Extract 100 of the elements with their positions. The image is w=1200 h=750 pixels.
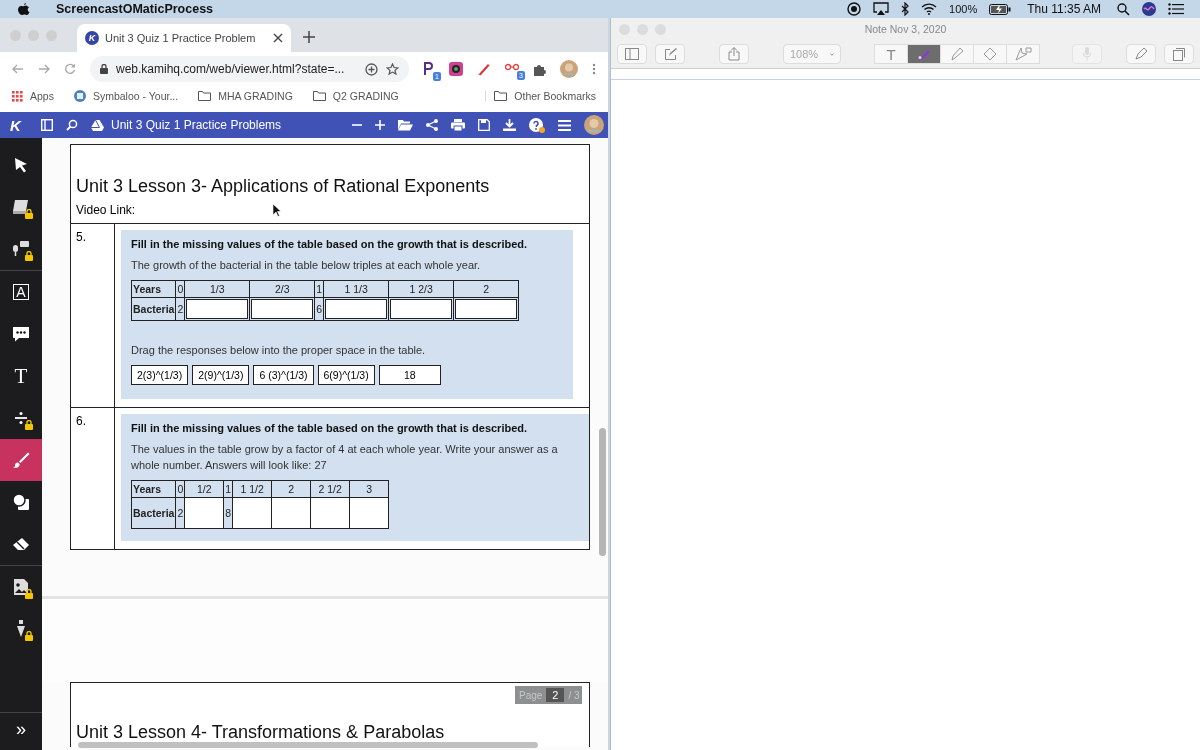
table-cell: 2	[175, 497, 185, 529]
video-link-label: Video Link:	[76, 203, 136, 217]
bookmark[interactable]: MHA GRADING	[198, 90, 293, 102]
avatar-icon[interactable]	[584, 115, 604, 135]
download-icon[interactable]	[503, 119, 516, 131]
answer-box[interactable]	[390, 299, 453, 319]
sidebar-icon	[625, 48, 639, 60]
table-cell: 1 1/3	[323, 280, 389, 298]
folder-icon[interactable]	[398, 119, 413, 131]
compose-button[interactable]	[655, 44, 685, 64]
more-icon[interactable]	[592, 63, 596, 75]
sidebar-button[interactable]	[617, 44, 647, 64]
lock-icon	[100, 64, 108, 74]
question-prompt: Fill in the missing values of the table based on the growth that is described.	[131, 238, 529, 250]
bluetooth-icon[interactable]	[901, 2, 910, 16]
bookmark[interactable]: Other Bookmarks	[485, 90, 596, 102]
brush-icon	[12, 451, 30, 469]
table-header-cell: Bacteria	[131, 297, 176, 321]
add-circle-icon[interactable]	[365, 62, 378, 76]
response-chip[interactable]: 18	[378, 365, 441, 385]
print-icon[interactable]	[451, 119, 465, 131]
answer-box[interactable]	[186, 299, 249, 319]
menu-icon[interactable]	[558, 119, 571, 131]
table-cell: 8	[223, 497, 233, 529]
vertical-scrollbar[interactable]	[599, 428, 606, 556]
response-chip[interactable]: 6(9)^(1/3)	[317, 365, 375, 385]
zoom-in-icon[interactable]	[375, 120, 385, 130]
response-chip[interactable]: 6 (3)^(1/3)	[253, 365, 314, 385]
answer-box[interactable]	[455, 299, 518, 319]
app-name[interactable]: ScreencastOMaticProcess	[56, 2, 214, 16]
search-icon[interactable]	[66, 119, 78, 131]
bookmark[interactable]: Symbaloo - Your...	[73, 90, 179, 102]
table-cell: 2	[453, 280, 519, 298]
horizontal-scrollbar[interactable]	[78, 742, 538, 748]
table-header-cell: Years	[131, 480, 176, 498]
star-icon[interactable]	[386, 62, 399, 76]
pages-button[interactable]	[1164, 44, 1194, 64]
table-cell: 2	[175, 297, 185, 321]
text-tool-glyph: T	[14, 365, 28, 387]
table-cell: 1 1/2	[232, 480, 272, 498]
answer-box[interactable]	[325, 299, 388, 319]
table-cell: 2 1/2	[310, 480, 350, 498]
drawing-tool-button[interactable]	[973, 44, 1007, 64]
puzzle-icon[interactable]	[533, 62, 546, 76]
airplay-icon[interactable]	[873, 2, 890, 16]
browser-tab[interactable]: K Unit 3 Quiz 1 Practice Problem	[77, 24, 291, 52]
tool-button[interactable]: T	[0, 355, 42, 397]
eraser-icon	[982, 47, 998, 61]
tool-button[interactable]: A	[0, 271, 42, 313]
folder-icon	[494, 91, 508, 101]
expand-button[interactable]: »	[6, 713, 36, 740]
table-cell: 0	[175, 480, 185, 498]
site-icon	[73, 90, 86, 102]
table-cell: 3	[349, 480, 389, 498]
page-number-field[interactable]: 2	[546, 688, 565, 702]
close-icon[interactable]	[273, 33, 283, 43]
wifi-icon[interactable]	[921, 3, 938, 15]
book-icon	[12, 199, 30, 215]
drawing-tool-button[interactable]	[907, 44, 941, 64]
save-icon[interactable]	[478, 119, 490, 131]
search-icon[interactable]	[1117, 2, 1130, 16]
table-cell: 2/3	[249, 280, 315, 298]
lock-icon	[25, 589, 33, 599]
response-chip[interactable]: 2(9)^(1/3)	[192, 365, 250, 385]
siri-icon[interactable]	[1142, 2, 1156, 16]
notification-center-icon[interactable]	[1168, 3, 1184, 15]
table-cell: 2	[271, 480, 311, 498]
sidebar-toggle-icon[interactable]	[41, 119, 53, 131]
window-title: Note Nov 3, 2020	[864, 23, 947, 35]
question-number: 5.	[76, 230, 86, 244]
question-description: The values in the table grow by a factor of 4 at each whole year. Write your answer as a whole number. Answers will look like: 27	[131, 442, 559, 473]
response-chip[interactable]: 2(3)^(1/3)	[131, 365, 189, 385]
help-icon[interactable]	[529, 117, 545, 133]
pen-extension-icon[interactable]	[477, 62, 491, 76]
highlighter-icon	[949, 47, 965, 61]
table-header-cell: Bacteria	[131, 497, 176, 529]
camera-extension-icon[interactable]	[449, 62, 463, 76]
bookmark[interactable]: Apps	[12, 90, 54, 102]
drive-icon[interactable]	[91, 119, 104, 131]
clock[interactable]: Thu 11:35 AM	[1027, 2, 1101, 16]
address-bar[interactable]: web.kamihq.com/web/viewer.html?state=...	[90, 56, 409, 82]
apps-grid-icon	[12, 90, 23, 102]
battery-icon[interactable]	[989, 3, 1012, 15]
pen-button[interactable]	[1126, 44, 1156, 64]
record-icon[interactable]	[847, 2, 862, 16]
document-title: Unit 3 Quiz 1 Practice Problems	[111, 118, 282, 132]
drag-instruction: Drag the responses below into the proper space in the table.	[131, 343, 427, 358]
question-prompt: Fill in the missing values of the table based on the growth that is described.	[131, 422, 529, 434]
lesson-heading: Unit 3 Lesson 3- Applications of Rational Exponents	[76, 176, 491, 197]
compose-icon	[663, 47, 677, 61]
new-tab-icon[interactable]	[303, 31, 315, 43]
bookmark[interactable]: Q2 GRADING	[312, 90, 399, 102]
answer-box[interactable]	[251, 299, 314, 319]
extension-icon[interactable]	[423, 62, 435, 76]
table-cell: 1	[223, 480, 233, 498]
kami-logo[interactable]: K	[10, 116, 28, 134]
mouse-cursor-icon	[273, 204, 282, 217]
tab-favicon: K	[85, 31, 99, 45]
apple-icon[interactable]	[18, 2, 30, 16]
share-icon[interactable]	[426, 119, 438, 131]
